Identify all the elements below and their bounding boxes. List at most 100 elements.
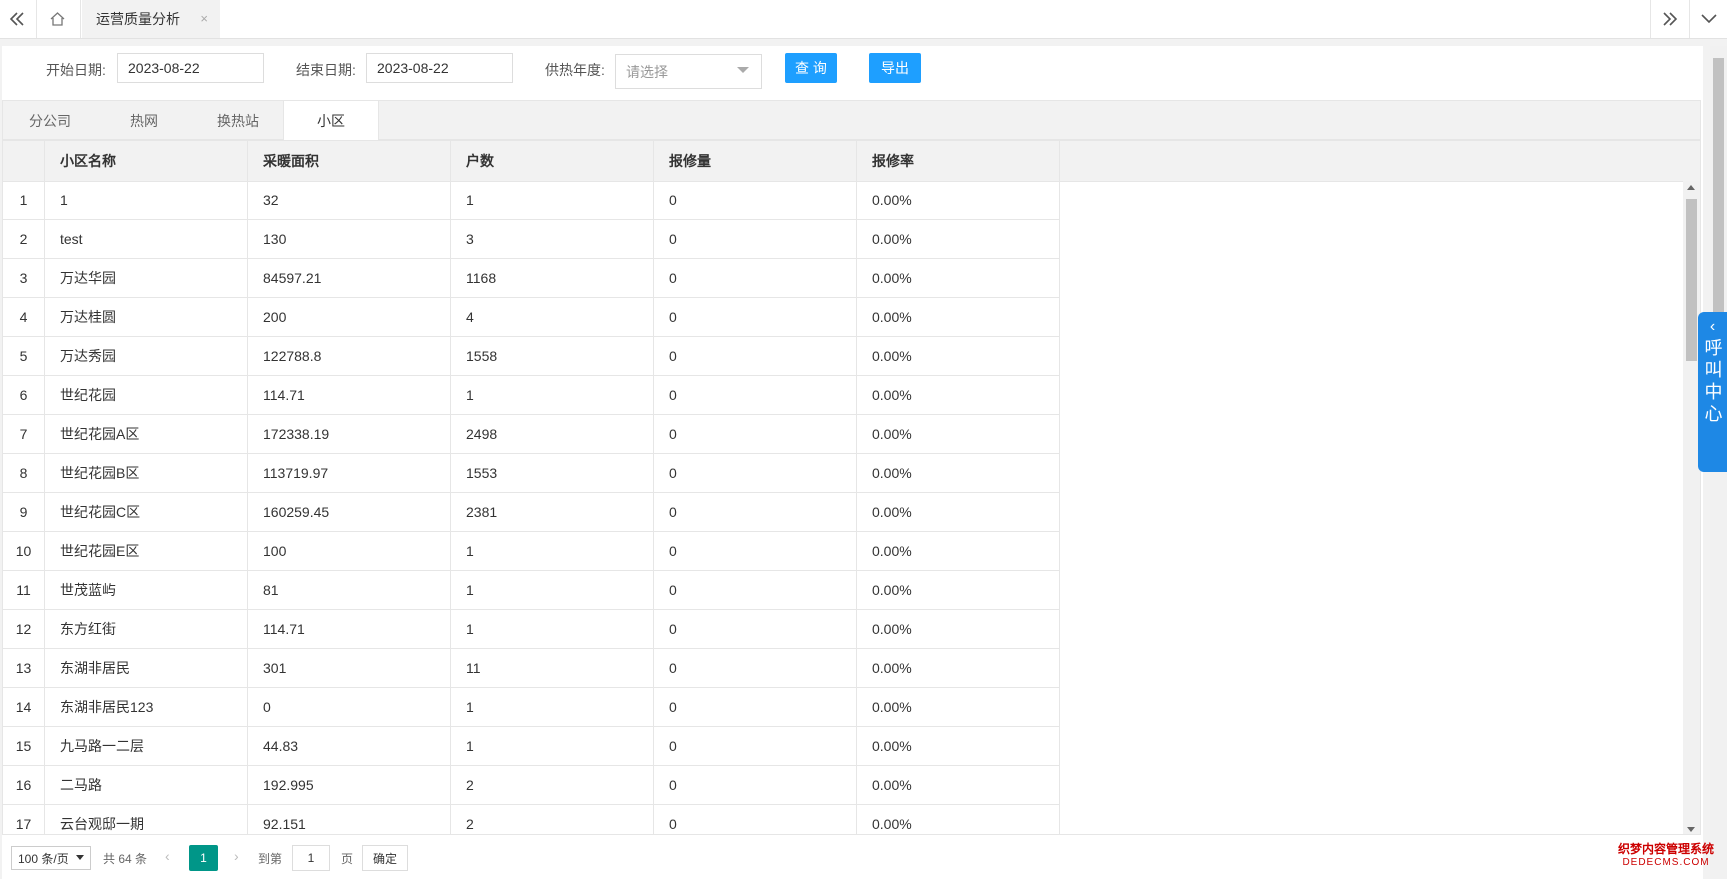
- table-row[interactable]: 6 世纪花园 114.71 1 0 0.00%: [3, 376, 1060, 415]
- watermark-logo: 织梦内容管理系统 DEDECMS.COM: [1612, 840, 1720, 868]
- cell-repair-count: 0: [654, 610, 857, 648]
- call-center-tab[interactable]: ‹ 呼叫中心: [1698, 312, 1727, 472]
- table-row[interactable]: 15 九马路一二层 44.83 1 0 0.00%: [3, 727, 1060, 766]
- dropdown-arrow-icon: [76, 855, 84, 860]
- cell-households: 11: [451, 649, 654, 687]
- cell-heating-area: 122788.8: [248, 337, 451, 375]
- query-button[interactable]: 查 询: [785, 53, 837, 83]
- table-row[interactable]: 8 世纪花园B区 113719.97 1553 0 0.00%: [3, 454, 1060, 493]
- header-repair-count[interactable]: 报修量: [654, 141, 857, 181]
- cell-households: 1: [451, 688, 654, 726]
- row-index: 11: [3, 571, 45, 609]
- cell-heating-area: 130: [248, 220, 451, 258]
- scroll-up-arrow-icon[interactable]: [1687, 185, 1695, 190]
- table-row[interactable]: 10 世纪花园E区 100 1 0 0.00%: [3, 532, 1060, 571]
- header-repair-rate[interactable]: 报修率: [857, 141, 1060, 181]
- divider: [1689, 0, 1690, 38]
- cell-repair-count: 0: [654, 337, 857, 375]
- table-row[interactable]: 1 1 32 1 0 0.00%: [3, 181, 1060, 220]
- tab-community[interactable]: 小区: [283, 101, 379, 141]
- filter-bar: 开始日期: 2023-08-22 结束日期: 2023-08-22 供热年度: …: [2, 46, 1703, 98]
- cell-households: 1: [451, 571, 654, 609]
- cell-heating-area: 301: [248, 649, 451, 687]
- cell-repair-rate: 0.00%: [857, 610, 1060, 648]
- cell-households: 1168: [451, 259, 654, 297]
- cell-repair-count: 0: [654, 259, 857, 297]
- close-icon[interactable]: ×: [200, 11, 208, 26]
- export-button[interactable]: 导出: [869, 53, 921, 83]
- tab-heat-station[interactable]: 换热站: [191, 101, 285, 140]
- page-size-select[interactable]: 100 条/页: [11, 846, 91, 870]
- table-row[interactable]: 14 东湖非居民123 0 1 0 0.00%: [3, 688, 1060, 727]
- cell-households: 1: [451, 532, 654, 570]
- table-row[interactable]: 9 世纪花园C区 160259.45 2381 0 0.00%: [3, 493, 1060, 532]
- cell-community-name: 1: [45, 181, 248, 219]
- tab-menu-button[interactable]: [1692, 0, 1726, 38]
- table-row[interactable]: 17 云台观邸一期 92.151 2 0 0.00%: [3, 805, 1060, 834]
- table-scrollbar[interactable]: [1683, 181, 1700, 834]
- scroll-left-button[interactable]: [0, 0, 34, 38]
- home-tab[interactable]: [40, 0, 74, 38]
- cell-repair-rate: 0.00%: [857, 298, 1060, 336]
- prev-page-icon[interactable]: ‹: [165, 848, 170, 864]
- divider: [1650, 0, 1651, 38]
- tab-bar: 分公司 热网 换热站 小区: [2, 100, 1701, 141]
- table-header: 小区名称 采暖面积 户数 报修量 报修率: [3, 141, 1700, 182]
- table-row[interactable]: 13 东湖非居民 301 11 0 0.00%: [3, 649, 1060, 688]
- current-page-button[interactable]: 1: [189, 845, 218, 871]
- cell-repair-count: 0: [654, 649, 857, 687]
- next-page-icon[interactable]: ›: [234, 848, 239, 864]
- table-row[interactable]: 3 万达华园 84597.21 1168 0 0.00%: [3, 259, 1060, 298]
- tab-branch[interactable]: 分公司: [3, 101, 97, 140]
- row-index: 4: [3, 298, 45, 336]
- goto-page-input[interactable]: 1: [292, 845, 330, 871]
- header-households[interactable]: 户数: [451, 141, 654, 181]
- cell-repair-rate: 0.00%: [857, 649, 1060, 687]
- cell-repair-rate: 0.00%: [857, 259, 1060, 297]
- cell-households: 2498: [451, 415, 654, 453]
- cell-heating-area: 113719.97: [248, 454, 451, 492]
- scroll-down-arrow-icon[interactable]: [1687, 827, 1695, 832]
- chevron-left-icon: ‹: [1709, 318, 1716, 335]
- divider: [80, 0, 81, 38]
- table-row[interactable]: 7 世纪花园A区 172338.19 2498 0 0.00%: [3, 415, 1060, 454]
- row-index: 7: [3, 415, 45, 453]
- cell-households: 3: [451, 220, 654, 258]
- cell-households: 4: [451, 298, 654, 336]
- cell-heating-area: 92.151: [248, 805, 451, 834]
- cell-heating-area: 0: [248, 688, 451, 726]
- table-row[interactable]: 5 万达秀园 122788.8 1558 0 0.00%: [3, 337, 1060, 376]
- cell-repair-count: 0: [654, 766, 857, 804]
- cell-repair-count: 0: [654, 493, 857, 531]
- row-index: 14: [3, 688, 45, 726]
- header-community-name[interactable]: 小区名称: [45, 141, 248, 181]
- cell-community-name: test: [45, 220, 248, 258]
- table-row[interactable]: 11 世茂蓝屿 81 1 0 0.00%: [3, 571, 1060, 610]
- row-index: 10: [3, 532, 45, 570]
- table-row[interactable]: 2 test 130 3 0 0.00%: [3, 220, 1060, 259]
- cell-repair-rate: 0.00%: [857, 454, 1060, 492]
- start-date-input[interactable]: 2023-08-22: [117, 53, 264, 83]
- double-chevron-left-icon: [9, 12, 24, 26]
- cell-heating-area: 100: [248, 532, 451, 570]
- scrollbar-thumb[interactable]: [1686, 199, 1697, 361]
- end-date-input[interactable]: 2023-08-22: [366, 53, 513, 83]
- table-row[interactable]: 16 二马路 192.995 2 0 0.00%: [3, 766, 1060, 805]
- chevron-down-icon: [1701, 14, 1717, 24]
- call-center-label: 呼叫中心: [1702, 338, 1723, 426]
- cell-community-name: 东湖非居民: [45, 649, 248, 687]
- cell-community-name: 世纪花园: [45, 376, 248, 414]
- scroll-right-button[interactable]: [1653, 0, 1687, 38]
- tab-operation-quality[interactable]: 运营质量分析 ×: [82, 0, 220, 38]
- table-row[interactable]: 12 东方红街 114.71 1 0 0.00%: [3, 610, 1060, 649]
- cell-repair-rate: 0.00%: [857, 688, 1060, 726]
- header-index: [3, 141, 45, 181]
- cell-households: 1553: [451, 454, 654, 492]
- header-heating-area[interactable]: 采暖面积: [248, 141, 451, 181]
- heating-year-select[interactable]: 请选择: [615, 54, 762, 89]
- tab-heat-network[interactable]: 热网: [97, 101, 191, 140]
- cell-repair-rate: 0.00%: [857, 727, 1060, 765]
- goto-confirm-button[interactable]: 确定: [362, 845, 408, 871]
- home-icon: [50, 12, 64, 26]
- table-row[interactable]: 4 万达桂圆 200 4 0 0.00%: [3, 298, 1060, 337]
